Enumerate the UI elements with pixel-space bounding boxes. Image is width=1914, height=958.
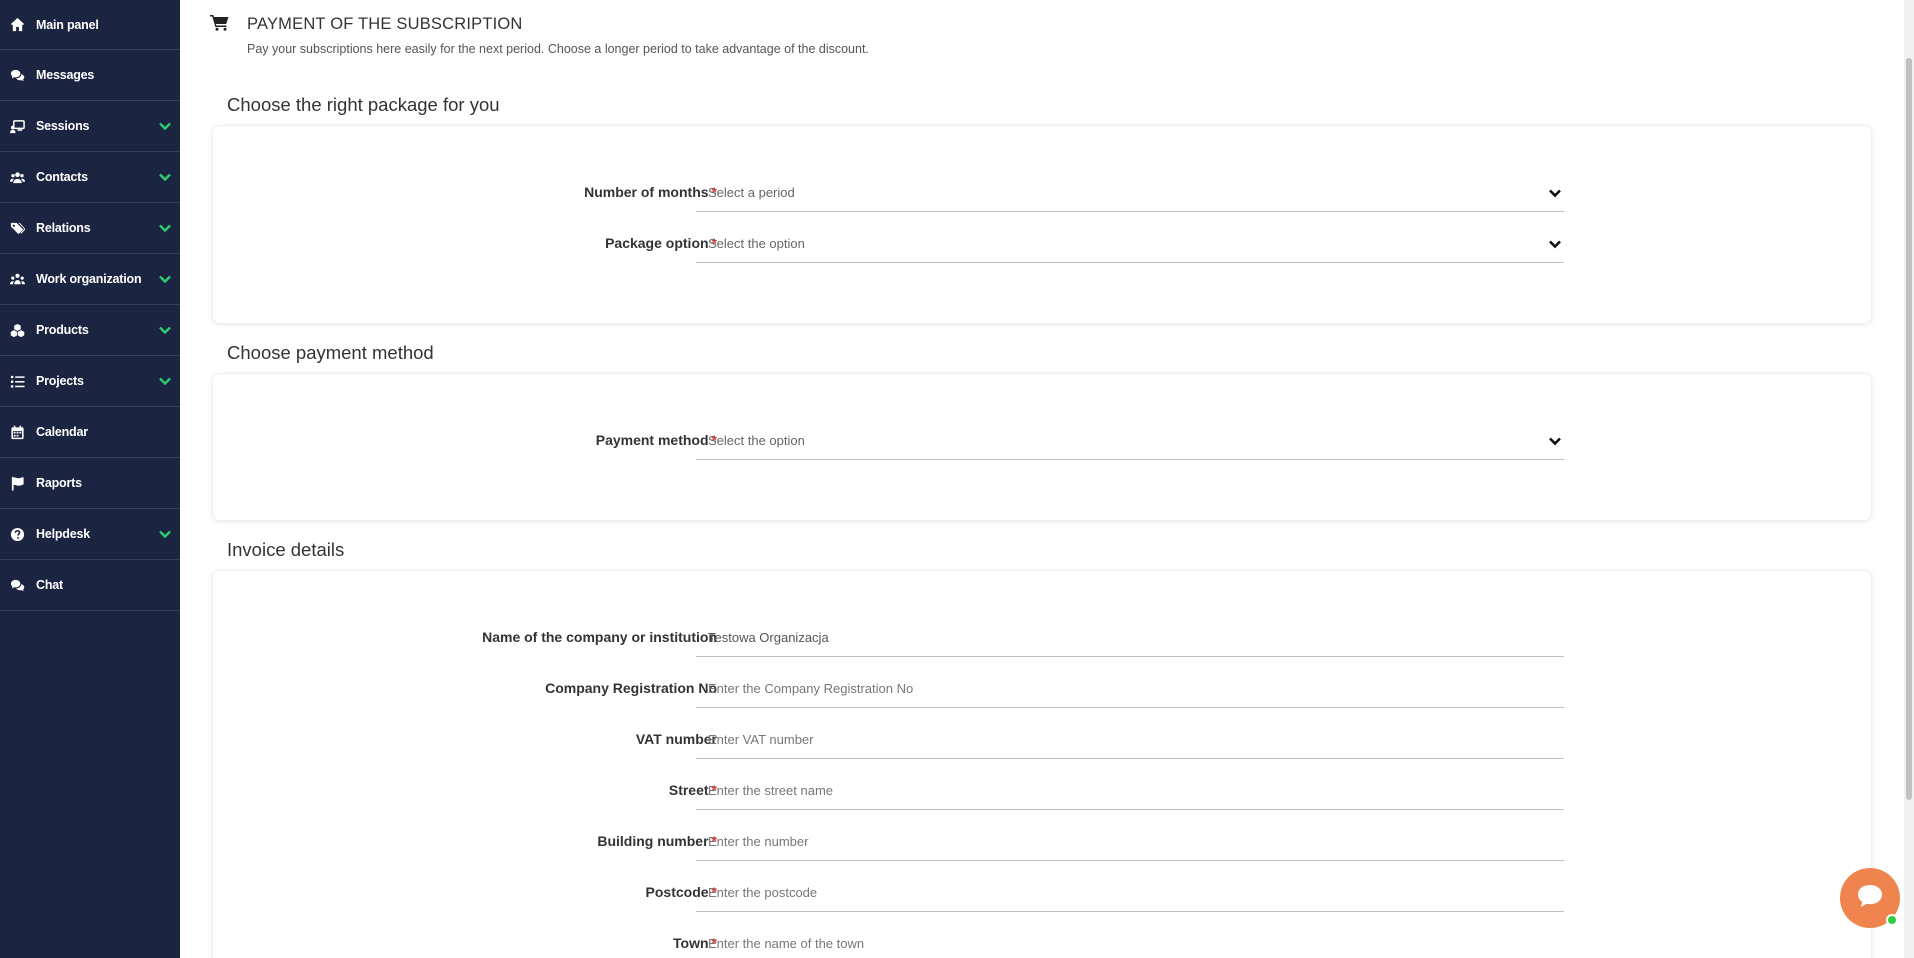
section-title-invoice: Invoice details — [227, 539, 345, 560]
chevron-down-icon — [1548, 434, 1562, 448]
package-option-select-value: Select the option — [708, 236, 805, 251]
page-title: PAYMENT OF THE SUBSCRIPTION — [247, 15, 523, 33]
sidebar-item-label: Raports — [36, 476, 82, 490]
months-select-value: Select a period — [708, 185, 795, 200]
sidebar-item-products[interactable]: Products — [0, 305, 180, 356]
comments-icon — [8, 66, 26, 84]
building-field — [696, 821, 1564, 861]
sidebar-item-raports[interactable]: Raports — [0, 458, 180, 509]
sidebar-item-label: Work organization — [36, 272, 142, 286]
flag-icon — [8, 474, 26, 492]
sidebar-item-chat[interactable]: Chat — [0, 560, 180, 611]
sidebar-item-label: Projects — [36, 374, 84, 388]
page-subtitle: Pay your subscriptions here easily for t… — [247, 42, 869, 56]
form-row-street: Street * — [213, 770, 1873, 810]
sidebar-item-sessions[interactable]: Sessions — [0, 101, 180, 152]
street-input[interactable] — [696, 770, 1564, 810]
payment-method-select[interactable]: Select the option — [696, 420, 1564, 460]
online-status-dot — [1886, 914, 1898, 926]
regno-label: Company Registration No — [545, 680, 717, 696]
street-field — [696, 770, 1564, 810]
people-group-icon — [8, 270, 26, 288]
sidebar-item-label: Sessions — [36, 119, 90, 133]
chevron-down-icon[interactable] — [158, 527, 172, 541]
tags-icon — [8, 219, 26, 237]
company-input[interactable] — [696, 617, 1564, 657]
chevron-down-icon[interactable] — [158, 374, 172, 388]
town-input[interactable] — [696, 923, 1564, 958]
chevron-down-icon — [1548, 186, 1562, 200]
package-card: Number of months * Select a period Packag… — [212, 125, 1872, 324]
sidebar-item-messages[interactable]: Messages — [0, 50, 180, 101]
form-row-company: Name of the company or institution — [213, 617, 1873, 657]
sidebar-item-label: Helpdesk — [36, 527, 90, 541]
main-content: PAYMENT OF THE SUBSCRIPTION Pay your sub… — [180, 0, 1904, 958]
sidebar-item-helpdesk[interactable]: Helpdesk — [0, 509, 180, 560]
company-label: Name of the company or institution — [482, 629, 717, 645]
scrollbar[interactable] — [1904, 0, 1914, 958]
company-field — [696, 617, 1564, 657]
sidebar-item-contacts[interactable]: Contacts — [0, 152, 180, 203]
sidebar-item-label: Contacts — [36, 170, 88, 184]
scrollbar-thumb[interactable] — [1906, 58, 1912, 800]
cubes-icon — [8, 321, 26, 339]
package-option-select[interactable]: Select the option — [696, 223, 1564, 263]
chevron-down-icon[interactable] — [158, 272, 172, 286]
home-icon — [8, 16, 26, 34]
postcode-field — [696, 872, 1564, 912]
town-field — [696, 923, 1564, 958]
chat-bubble-icon — [1855, 882, 1885, 915]
building-input[interactable] — [696, 821, 1564, 861]
months-select[interactable]: Select a period — [696, 172, 1564, 212]
form-row-regno: Company Registration No — [213, 668, 1873, 708]
comments-icon — [8, 576, 26, 594]
form-row-months: Number of months * Select a period — [213, 172, 1873, 212]
sidebar-item-projects[interactable]: Projects — [0, 356, 180, 407]
form-row-payment-method: Payment method * Select the option — [213, 420, 1873, 460]
users-icon — [8, 168, 26, 186]
form-row-postcode: Postcode * — [213, 872, 1873, 912]
form-row-town: Town * — [213, 923, 1873, 958]
regno-input[interactable] — [696, 668, 1564, 708]
chevron-down-icon[interactable] — [158, 170, 172, 184]
chat-launcher-button[interactable] — [1840, 868, 1900, 928]
postcode-input[interactable] — [696, 872, 1564, 912]
header — [210, 14, 229, 36]
sidebar-item-work-organization[interactable]: Work organization — [0, 254, 180, 305]
section-title-payment: Choose payment method — [227, 342, 434, 363]
payment-card: Payment method * Select the option — [212, 373, 1872, 521]
sidebar-item-label: Calendar — [36, 425, 88, 439]
sidebar-item-calendar[interactable]: Calendar — [0, 407, 180, 458]
vat-input[interactable] — [696, 719, 1564, 759]
sidebar-item-label: Products — [36, 323, 89, 337]
chevron-down-icon — [1548, 237, 1562, 251]
form-row-building: Building number * — [213, 821, 1873, 861]
chevron-down-icon[interactable] — [158, 221, 172, 235]
question-circle-icon — [8, 525, 26, 543]
form-row-package-option: Package option * Select the option — [213, 223, 1873, 263]
list-check-icon — [8, 372, 26, 390]
chevron-down-icon[interactable] — [158, 323, 172, 337]
sidebar-item-label: Messages — [36, 68, 95, 82]
shopping-cart-icon — [210, 14, 229, 36]
sidebar-item-label: Main panel — [36, 17, 99, 32]
form-row-vat: VAT number — [213, 719, 1873, 759]
payment-method-select-value: Select the option — [708, 433, 805, 448]
chevron-down-icon[interactable] — [158, 119, 172, 133]
invoice-card: Name of the company or institution Compa… — [212, 570, 1872, 958]
sidebar-item-label: Relations — [36, 221, 91, 235]
calendar-icon — [8, 423, 26, 441]
section-title-package: Choose the right package for you — [227, 94, 500, 115]
chalkboard-user-icon — [8, 117, 26, 135]
sidebar: Main panel Messages Sessions Contacts Re… — [0, 0, 180, 958]
sidebar-item-main-panel[interactable]: Main panel — [0, 0, 180, 50]
sidebar-item-relations[interactable]: Relations — [0, 203, 180, 254]
vat-field — [696, 719, 1564, 759]
regno-field — [696, 668, 1564, 708]
sidebar-item-label: Chat — [36, 578, 63, 592]
